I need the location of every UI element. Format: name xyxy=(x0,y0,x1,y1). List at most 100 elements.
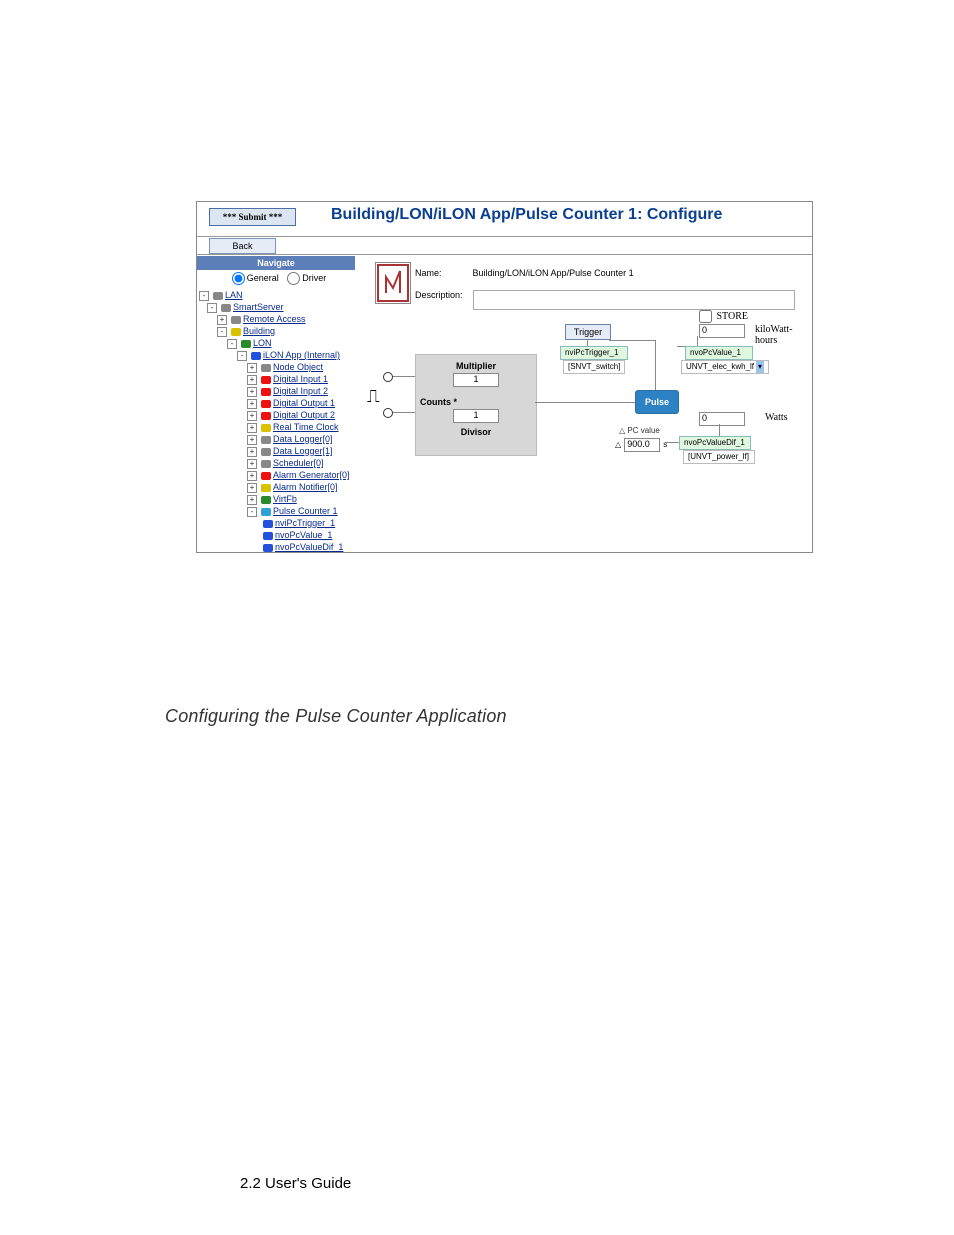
tree-item[interactable]: Alarm Generator[0] xyxy=(273,470,350,480)
network-icon xyxy=(213,292,223,300)
fb-icon xyxy=(261,388,271,396)
tree-item[interactable]: Digital Output 2 xyxy=(273,410,335,420)
nvi-trigger-type: [SNVT_switch] xyxy=(563,360,625,374)
expander-icon[interactable]: + xyxy=(247,435,257,445)
tree-item[interactable]: Data Logger[0] xyxy=(273,434,333,444)
tree-lon[interactable]: LON xyxy=(253,338,272,348)
store-checkbox[interactable] xyxy=(699,310,712,323)
wire xyxy=(535,402,635,403)
tree-item[interactable]: Real Time Clock xyxy=(273,422,339,432)
watts-output: 0 xyxy=(699,412,745,426)
fb-icon xyxy=(261,508,271,516)
expander-icon[interactable]: + xyxy=(247,459,257,469)
expander-icon[interactable]: + xyxy=(247,399,257,409)
expander-icon[interactable]: + xyxy=(247,447,257,457)
nvo-value-type-select[interactable]: UNVT_elec_kwh_lf ▾ xyxy=(681,360,769,374)
nv-icon xyxy=(263,544,273,552)
expander-icon[interactable]: + xyxy=(247,471,257,481)
tree-item[interactable]: Digital Output 1 xyxy=(273,398,335,408)
app-icon xyxy=(251,352,261,360)
watts-unit: Watts xyxy=(765,412,788,423)
expander-icon[interactable]: + xyxy=(247,423,257,433)
terminal-icon xyxy=(383,408,393,418)
pulse-button[interactable]: Pulse xyxy=(635,390,679,414)
fb-icon xyxy=(261,460,271,468)
tree-item[interactable]: Alarm Notifier[0] xyxy=(273,482,338,492)
page-footer: 2.2 User's Guide xyxy=(240,1175,351,1192)
pcvalue-label: △ PC value xyxy=(619,426,660,435)
nv-icon xyxy=(263,520,273,528)
nvo-value-link[interactable]: nvoPcValue_1 xyxy=(685,346,753,360)
mode-general-radio[interactable] xyxy=(232,272,245,285)
top-toolbar: *** Submit *** Building/LON/iLON App/Pul… xyxy=(197,202,812,237)
tree-smartserver[interactable]: SmartServer xyxy=(233,302,284,312)
description-input[interactable] xyxy=(473,290,795,310)
trigger-button[interactable]: Trigger xyxy=(565,324,611,340)
nvi-trigger-link[interactable]: nviPcTrigger_1 xyxy=(560,346,628,360)
wire xyxy=(655,340,656,390)
expander-icon[interactable]: + xyxy=(247,483,257,493)
mode-driver-radio[interactable] xyxy=(287,272,300,285)
breadcrumb: Building/LON/iLON App/Pulse Counter 1: C… xyxy=(331,206,722,224)
fb-icon xyxy=(261,472,271,480)
second-toolbar xyxy=(197,236,812,255)
tree-item[interactable]: Node Object xyxy=(273,362,323,372)
tree-building[interactable]: Building xyxy=(243,326,275,336)
description-label: Description: xyxy=(415,290,470,300)
tree-nv[interactable]: nvoPcValue_1 xyxy=(275,530,332,540)
wire xyxy=(719,424,720,436)
expander-icon[interactable]: - xyxy=(207,303,217,313)
dropdown-icon[interactable]: ▾ xyxy=(756,361,764,373)
tree-remote[interactable]: Remote Access xyxy=(243,314,306,324)
wire xyxy=(665,442,679,443)
nvo-dif-link[interactable]: nvoPcValueDif_1 xyxy=(679,436,751,450)
tree-lan[interactable]: LAN xyxy=(225,290,243,300)
fb-icon xyxy=(261,448,271,456)
multiplier-input[interactable]: 1 xyxy=(453,373,499,387)
expander-icon[interactable]: + xyxy=(247,375,257,385)
tree-nv[interactable]: nvoPcValueDif_1 xyxy=(275,542,343,552)
nvo-value-type-text: UNVT_elec_kwh_lf xyxy=(686,362,754,371)
expander-icon[interactable]: + xyxy=(247,363,257,373)
expander-icon[interactable]: - xyxy=(247,507,257,517)
store-label: STORE xyxy=(717,311,749,322)
pulse-wave-icon: ⎍ xyxy=(367,386,380,407)
kwh-output: 0 xyxy=(699,324,745,338)
tree-item[interactable]: Scheduler[0] xyxy=(273,458,324,468)
divisor-label: Divisor xyxy=(416,427,536,437)
tree-nv[interactable]: nviPcTrigger_1 xyxy=(275,518,335,528)
watts-row: 0 xyxy=(699,412,745,426)
counts-label: Counts * xyxy=(420,397,457,407)
fb-icon xyxy=(261,400,271,408)
submit-button[interactable]: *** Submit *** xyxy=(209,208,296,226)
expander-icon[interactable]: + xyxy=(247,387,257,397)
expander-icon[interactable]: + xyxy=(217,315,227,325)
kwh-row: 0 xyxy=(699,324,745,338)
tree-item[interactable]: VirtFb xyxy=(273,494,297,504)
expander-icon[interactable]: - xyxy=(237,351,247,361)
tree-item[interactable]: Digital Input 2 xyxy=(273,386,328,396)
expander-icon[interactable]: - xyxy=(227,339,237,349)
kwh-unit: kiloWatt-hours xyxy=(755,324,806,346)
tree-ilon-app[interactable]: iLON App (Internal) xyxy=(263,350,340,360)
mode-driver-label: Driver xyxy=(302,273,326,283)
nvo-dif-type: [UNVT_power_lf] xyxy=(683,450,755,464)
expander-icon[interactable]: + xyxy=(247,495,257,505)
expander-icon[interactable]: + xyxy=(247,411,257,421)
tree-item[interactable]: Digital Input 1 xyxy=(273,374,328,384)
figure-caption: Configuring the Pulse Counter Applicatio… xyxy=(165,706,507,727)
nav-tree[interactable]: -LAN -SmartServer +Remote Access -Buildi… xyxy=(197,287,355,553)
tree-pulse-counter[interactable]: Pulse Counter 1 xyxy=(273,506,338,516)
description-row: Description: xyxy=(415,290,795,310)
multiplier-box: Multiplier 1 Counts * 1 Divisor xyxy=(415,354,537,456)
tree-item[interactable]: Data Logger[1] xyxy=(273,446,333,456)
expander-icon[interactable]: - xyxy=(217,327,227,337)
fb-icon xyxy=(261,364,271,372)
fb-icon xyxy=(261,424,271,432)
remote-icon xyxy=(231,316,241,324)
expander-icon[interactable]: - xyxy=(199,291,209,301)
pcvalue-input[interactable]: 900.0 xyxy=(624,438,660,452)
fb-icon xyxy=(261,412,271,420)
counts-input[interactable]: 1 xyxy=(453,409,499,423)
server-icon xyxy=(221,304,231,312)
